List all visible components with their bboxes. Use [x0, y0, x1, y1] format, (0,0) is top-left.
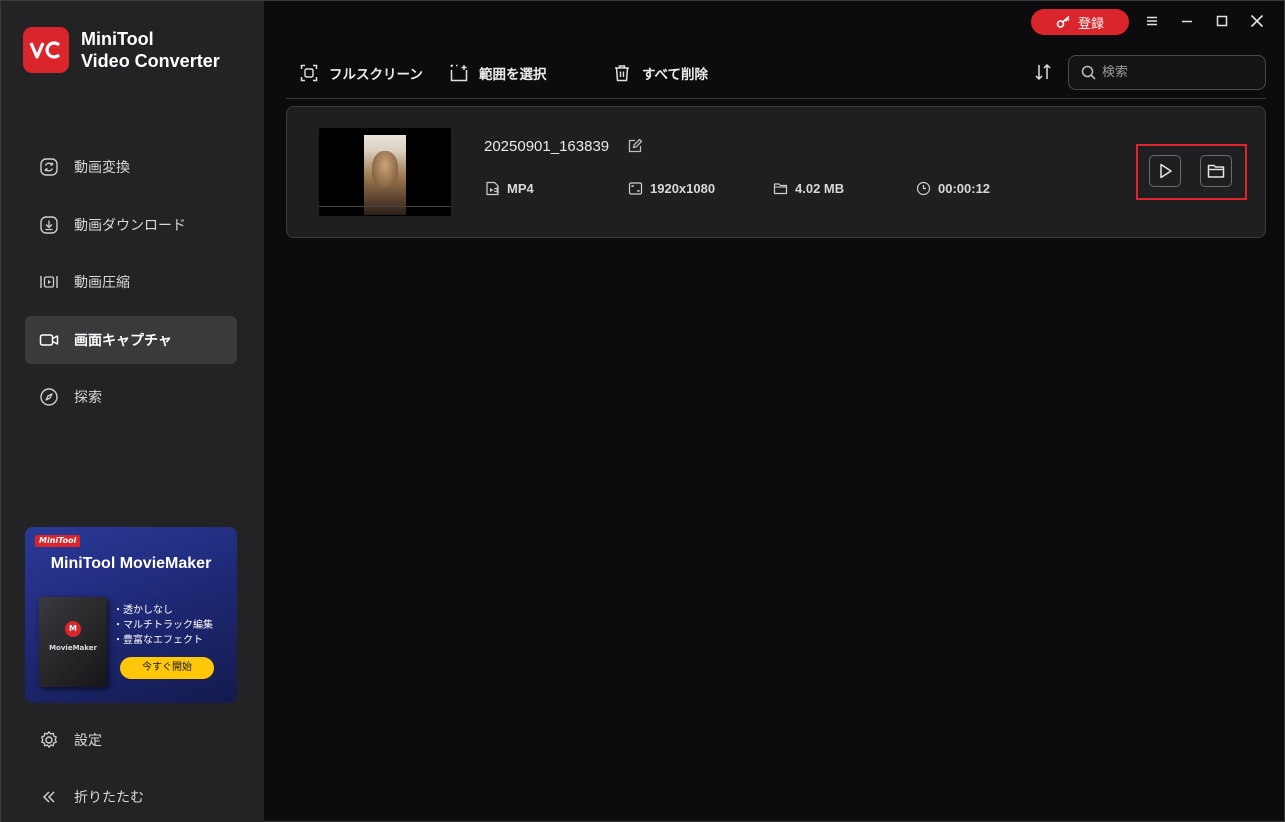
select-region-label: 範囲を選択 [479, 67, 547, 83]
sidebar-item-label: 動画圧縮 [74, 275, 130, 291]
delete-all-button[interactable]: すべて削除 [613, 63, 708, 83]
edit-pencil-icon [628, 138, 643, 153]
select-region-button[interactable]: 範囲を選択 [450, 63, 547, 83]
recording-item[interactable]: 20250901_163839 MP4 1920x1080 4.02 MB 00… [286, 106, 1266, 238]
minimize-button[interactable] [1177, 11, 1197, 31]
open-folder-button[interactable] [1200, 155, 1232, 187]
play-icon [1160, 163, 1172, 179]
collapse-label: 折りたたむ [74, 790, 144, 806]
close-icon [1250, 14, 1264, 28]
thumbnail-frame [364, 135, 406, 215]
moviemaker-promo-banner[interactable]: MiniTool MiniTool MovieMaker M MovieMake… [25, 527, 237, 703]
promo-box-label: MovieMaker [49, 644, 97, 652]
region-select-icon [450, 64, 468, 82]
resolution-info: 1920x1080 [628, 181, 715, 196]
sidebar-item-video-compress[interactable]: 動画圧縮 [25, 258, 237, 306]
delete-all-label: すべて削除 [642, 67, 709, 83]
video-thumbnail[interactable] [319, 128, 451, 216]
resolution-icon [628, 181, 643, 196]
sidebar-item-label: 動画変換 [74, 160, 130, 176]
maximize-button[interactable] [1212, 11, 1232, 31]
sidebar-item-label: 動画ダウンロード [74, 217, 186, 234]
search-box [1068, 55, 1266, 90]
double-chevron-left-icon [39, 787, 59, 807]
gear-icon [39, 730, 59, 750]
sidebar-nav: 動画変換 動画ダウンロード 動画圧縮 画面キャプチャ 探索 [25, 143, 237, 431]
vc-logo-icon [29, 41, 61, 59]
size-value: 4.02 MB [795, 181, 845, 196]
size-info: 4.02 MB [773, 181, 844, 196]
search-icon [1081, 65, 1096, 80]
register-button[interactable]: 登録 [1031, 9, 1129, 35]
minimize-icon [1182, 20, 1192, 23]
menu-button[interactable] [1142, 11, 1162, 31]
sidebar-item-video-download[interactable]: 動画ダウンロード [25, 201, 237, 249]
promo-features: ・透かしなし ・マルチトラック編集 ・豊富なエフェクト [113, 603, 213, 648]
moviemaker-box-image: M MovieMaker [39, 597, 107, 687]
key-icon [1056, 15, 1070, 28]
recording-file-name: 20250901_163839 [484, 138, 610, 155]
duration-value: 00:00:12 [938, 181, 991, 196]
duration-info: 00:00:12 [916, 181, 990, 196]
sidebar-item-label: 画面キャプチャ [74, 332, 172, 349]
compress-icon [39, 272, 59, 292]
sidebar: MiniTool Video Converter 動画変換 動画ダウンロード 動… [1, 1, 264, 822]
sidebar-item-label: 探索 [74, 390, 102, 406]
sidebar-item-video-convert[interactable]: 動画変換 [25, 143, 237, 191]
download-icon [39, 215, 59, 235]
rename-button[interactable] [627, 138, 643, 154]
settings-label: 設定 [74, 733, 102, 749]
sort-icon [1035, 63, 1051, 81]
trash-icon [613, 64, 631, 82]
folder-icon [773, 181, 788, 196]
promo-feature: ・透かしなし [113, 605, 173, 616]
brand-line2: Video Converter [81, 51, 220, 71]
promo-title: MiniTool MovieMaker [50, 555, 212, 572]
convert-icon [39, 157, 59, 177]
promo-badge: MiniTool [35, 535, 81, 547]
format-value: MP4 [507, 181, 534, 196]
maximize-icon [1216, 15, 1228, 27]
fullscreen-button[interactable]: フルスクリーン [300, 63, 423, 83]
sidebar-item-explore[interactable]: 探索 [25, 373, 237, 421]
collapse-sidebar-button[interactable]: 折りたたむ [39, 787, 144, 807]
promo-start-button[interactable]: 今すぐ開始 [120, 657, 214, 679]
resolution-value: 1920x1080 [650, 181, 716, 196]
hamburger-menu-icon [1147, 16, 1157, 26]
register-label: 登録 [1077, 16, 1104, 32]
format-info: MP4 [485, 181, 534, 196]
moviemaker-logo-icon: M [65, 621, 81, 637]
video-file-icon [485, 181, 500, 196]
toolbar-divider [286, 98, 1266, 99]
clock-icon [916, 181, 931, 196]
fullscreen-label: フルスクリーン [329, 67, 423, 83]
compass-icon [39, 387, 59, 407]
app-brand: MiniTool Video Converter [81, 28, 220, 72]
play-button[interactable] [1149, 155, 1181, 187]
promo-feature: ・豊富なエフェクト [113, 635, 203, 646]
fullscreen-icon [300, 64, 318, 82]
sort-button[interactable] [1033, 62, 1053, 82]
sidebar-item-screen-capture[interactable]: 画面キャプチャ [25, 315, 237, 364]
video-camera-icon [39, 330, 59, 350]
app-window: MiniTool Video Converter 動画変換 動画ダウンロード 動… [0, 0, 1285, 822]
close-button[interactable] [1247, 11, 1267, 31]
brand-line1: MiniTool [81, 29, 154, 49]
promo-feature: ・マルチトラック編集 [113, 620, 213, 631]
app-logo [23, 27, 69, 73]
folder-open-icon [1207, 164, 1225, 178]
search-input[interactable] [1102, 65, 1252, 80]
settings-button[interactable]: 設定 [39, 730, 102, 750]
